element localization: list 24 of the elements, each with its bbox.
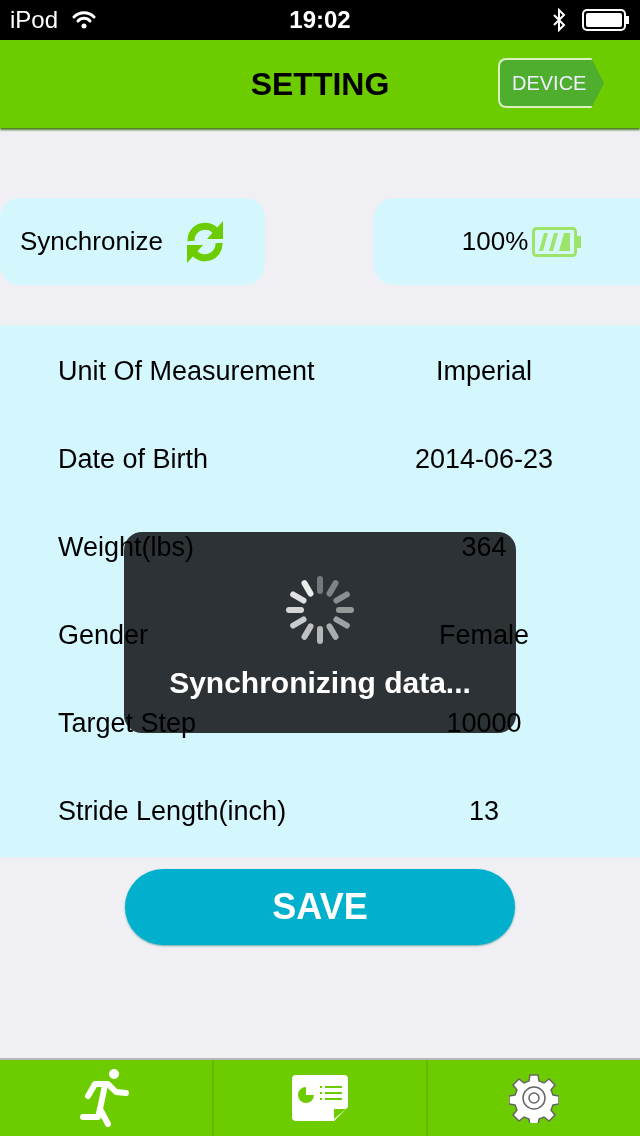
screen-title: SETTING [250, 65, 390, 103]
device-button[interactable]: DEVICE [498, 58, 604, 108]
spinner-icon [284, 574, 356, 646]
battery-level-icon [532, 226, 583, 257]
running-figure-icon [80, 1069, 132, 1127]
setting-value[interactable]: 2014-06-23 [388, 443, 640, 475]
synchronize-card[interactable]: Synchronize [0, 198, 265, 285]
carrier-label: iPod [10, 6, 59, 34]
settings-icon [509, 1073, 559, 1123]
setting-label: Unit Of Measurement [57, 355, 316, 387]
report-card-icon [292, 1075, 348, 1121]
synchronize-label: Synchronize [20, 226, 164, 257]
battery-icon [582, 9, 630, 31]
clock-time: 19:02 [289, 6, 351, 34]
battery-reading: 100% [461, 226, 529, 257]
setting-value[interactable]: 13 [388, 795, 640, 827]
sync-icon [185, 220, 226, 263]
setting-label: Date of Birth [57, 443, 210, 475]
progress-message: Synchronizing data... [169, 666, 471, 700]
setting-label: Stride Length(inch) [57, 795, 288, 827]
save-button[interactable]: SAVE [125, 869, 515, 945]
bluetooth-icon [552, 8, 566, 32]
setting-value[interactable]: Imperial [388, 355, 640, 387]
wifi-icon [72, 11, 97, 29]
